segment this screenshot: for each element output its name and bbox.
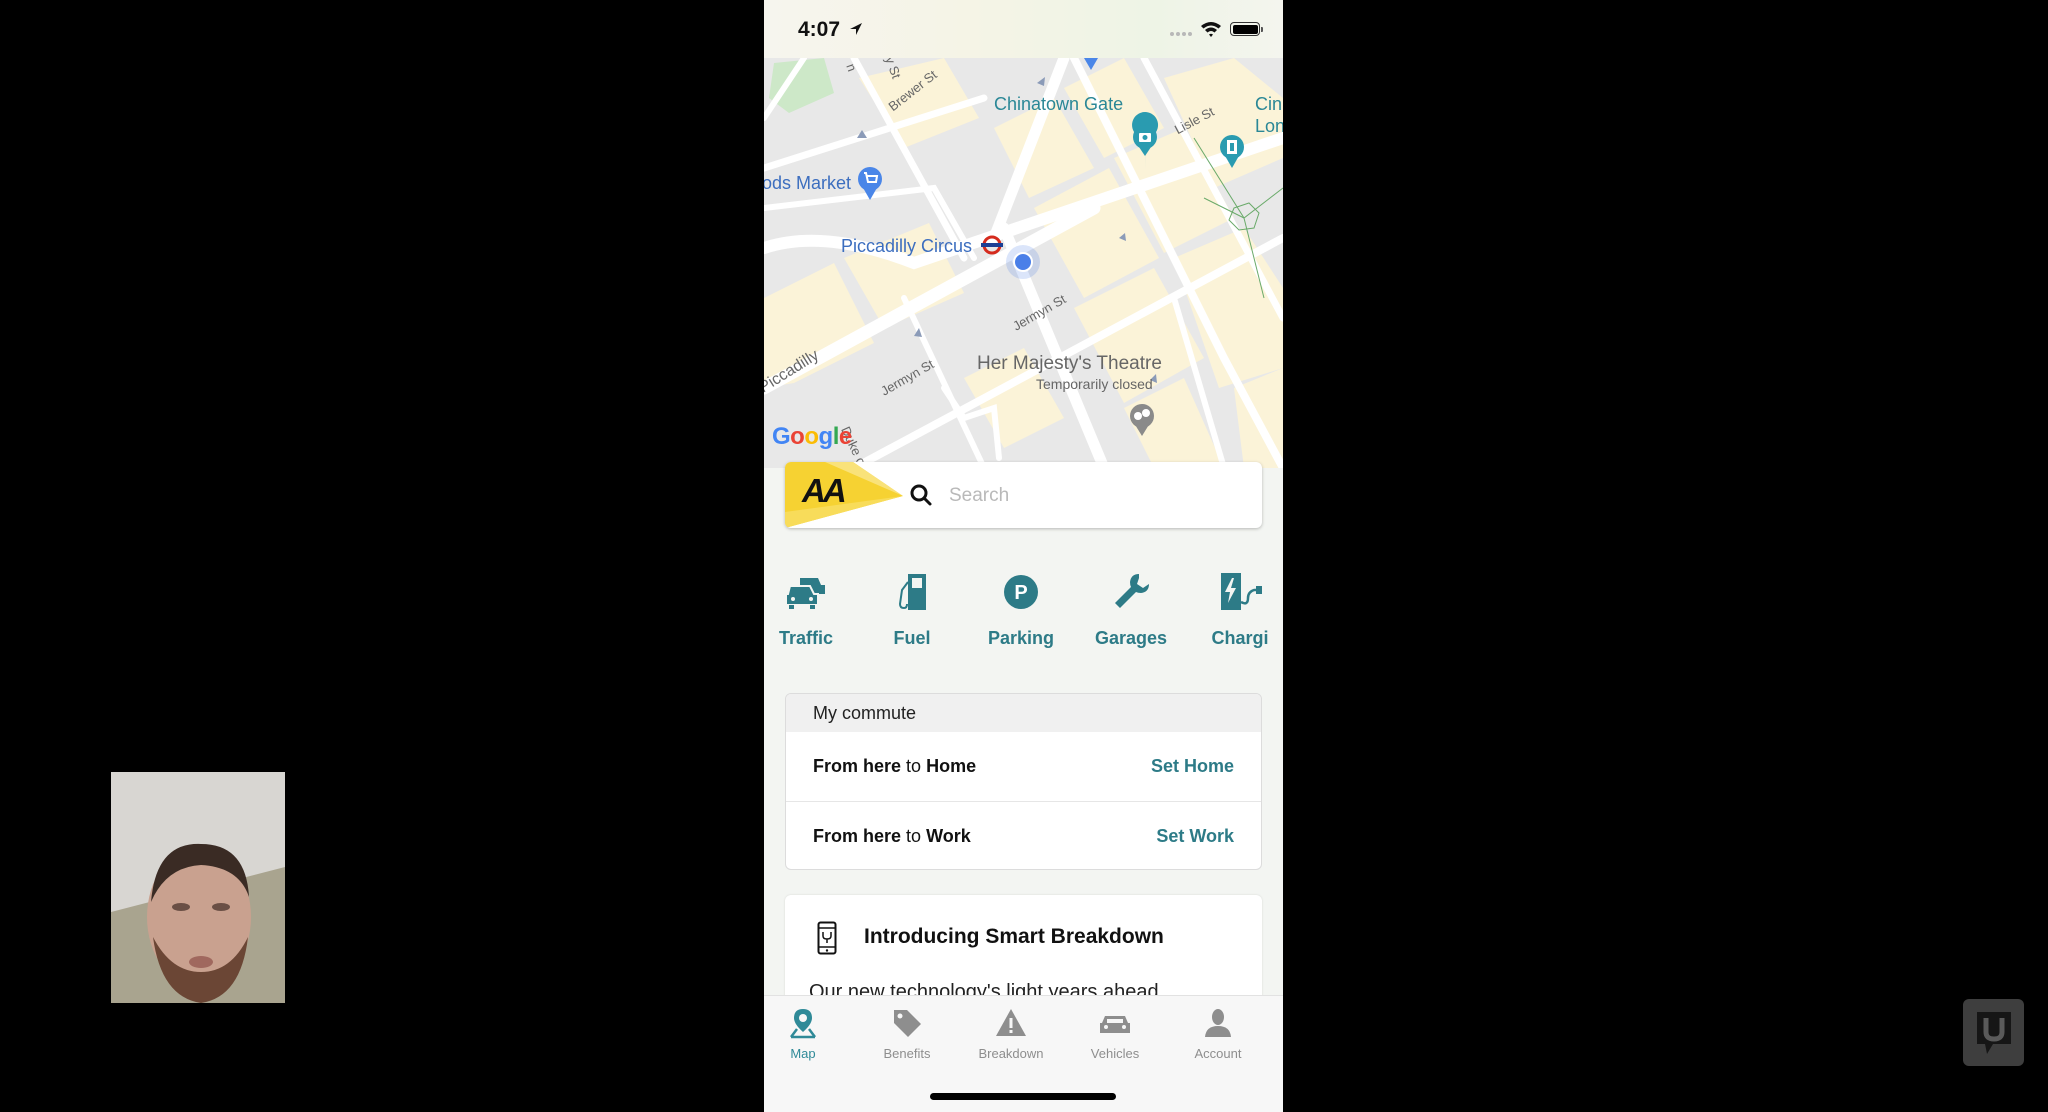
- commute-header: My commute: [786, 694, 1261, 732]
- tag-icon: [894, 1010, 921, 1037]
- map-label-theatre-status: Temporarily closed: [1036, 376, 1153, 392]
- status-time: 4:07: [798, 18, 841, 41]
- cellular-signal-icon: [1170, 32, 1192, 36]
- route-connector: to: [906, 825, 922, 846]
- map-label-theatre[interactable]: Her Majesty's Theatre: [977, 353, 1162, 375]
- parking-icon: P: [1004, 575, 1038, 609]
- tab-label: Vehicles: [1090, 1046, 1140, 1061]
- ev-charging-icon: [1221, 573, 1262, 610]
- wrench-icon: [1115, 574, 1149, 608]
- wifi-icon: [1201, 22, 1221, 37]
- map-label-chinatown-gate[interactable]: Chinatown Gate: [994, 94, 1123, 115]
- tab-label: Account: [1194, 1046, 1242, 1061]
- aa-logo: AA: [802, 472, 847, 509]
- tab-map[interactable]: Map: [764, 1006, 848, 1061]
- map-label-cinema-line1[interactable]: Cin: [1255, 94, 1282, 115]
- set-home-button[interactable]: Set Home: [1151, 756, 1234, 777]
- category-label: Chargi: [1211, 628, 1269, 648]
- category-label: Traffic: [778, 628, 834, 648]
- car-icon: [1100, 1016, 1130, 1033]
- map-label-cinema-line2[interactable]: Lon: [1255, 116, 1283, 137]
- brand-logo-icon: [1977, 1012, 2011, 1054]
- set-work-button[interactable]: Set Work: [1156, 826, 1234, 847]
- map-view[interactable]: Chinatown Gate Cin Lon ods Market Piccad…: [764, 58, 1283, 468]
- traffic-cars-icon: [785, 578, 825, 609]
- tab-breakdown[interactable]: Breakdown: [966, 1006, 1056, 1061]
- search-bar[interactable]: AA: [785, 462, 1262, 528]
- search-input[interactable]: [947, 478, 1251, 514]
- commute-row-home[interactable]: From here to Home Set Home: [786, 732, 1261, 801]
- map-pin-icon: [790, 1009, 816, 1039]
- google-letter: o: [790, 423, 805, 450]
- route-connector: to: [906, 756, 922, 776]
- map-label-piccadilly-circus[interactable]: Piccadilly Circus: [841, 236, 972, 257]
- tab-label: Map: [790, 1046, 816, 1061]
- category-label: Fuel: [893, 628, 931, 648]
- phone-screen: 4:07 Chinatown Gate Cin Lon ods Market P…: [764, 0, 1283, 1112]
- presenter-video-feed: [111, 772, 285, 1003]
- category-garages[interactable]: Garages: [1081, 570, 1181, 649]
- location-arrow-icon: [850, 23, 862, 35]
- commute-route-text: From here to Work: [813, 826, 971, 847]
- direction-marker-icon: [1084, 58, 1098, 70]
- category-parking[interactable]: P Parking: [971, 570, 1071, 649]
- google-letter: e: [838, 423, 852, 450]
- tab-label: Breakdown: [978, 1046, 1044, 1061]
- google-attribution-logo[interactable]: Google: [772, 423, 852, 451]
- tab-label: Benefits: [883, 1046, 931, 1061]
- tab-benefits[interactable]: Benefits: [862, 1006, 952, 1061]
- tab-vehicles[interactable]: Vehicles: [1070, 1006, 1160, 1061]
- battery-icon: [1230, 22, 1263, 36]
- category-charging[interactable]: Chargi: [1190, 570, 1283, 649]
- fuel-pump-icon: [898, 574, 926, 610]
- route-destination: Home: [926, 756, 977, 776]
- map-label-foods-market[interactable]: ods Market: [764, 173, 851, 194]
- route-origin: From here: [813, 756, 902, 776]
- person-icon: [1205, 1009, 1231, 1037]
- category-label: Parking: [987, 628, 1055, 648]
- home-indicator[interactable]: [930, 1093, 1116, 1100]
- commute-route-text: From here to Home: [813, 756, 976, 777]
- google-letter: o: [804, 423, 819, 450]
- route-destination: Work: [926, 825, 971, 846]
- search-icon[interactable]: [909, 483, 933, 507]
- google-letter: g: [818, 423, 834, 450]
- brand-badge: [1963, 999, 2024, 1066]
- commute-card: My commute From here to Home Set Home Fr…: [785, 693, 1262, 870]
- svg-text:P: P: [1014, 582, 1027, 604]
- warning-triangle-icon: [996, 1009, 1026, 1036]
- route-origin: From here: [813, 825, 902, 846]
- smart-breakdown-title: Introducing Smart Breakdown: [864, 925, 1164, 948]
- google-letter: G: [772, 423, 791, 450]
- tab-account[interactable]: Account: [1173, 1006, 1263, 1061]
- category-traffic[interactable]: Traffic: [764, 570, 856, 649]
- user-location-dot: [1013, 252, 1033, 272]
- commute-row-work[interactable]: From here to Work Set Work: [786, 801, 1261, 869]
- status-bar: 4:07: [764, 0, 1283, 58]
- category-shortcuts: Traffic Fuel P Parking Garages Chargi: [764, 570, 1283, 660]
- category-label: Garages: [1094, 628, 1168, 648]
- category-fuel[interactable]: Fuel: [862, 570, 962, 649]
- webcam-overlay: [111, 772, 285, 1003]
- smartphone-wrench-icon: [817, 921, 837, 955]
